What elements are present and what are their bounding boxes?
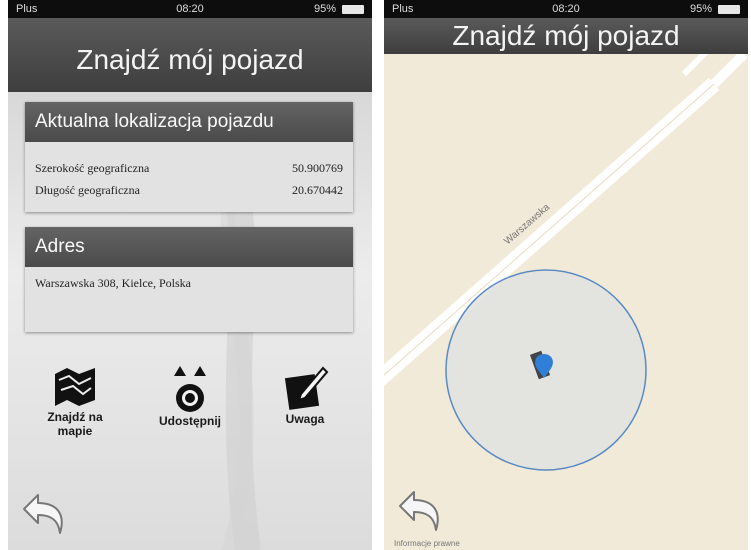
back-arrow-icon-map[interactable] (396, 484, 448, 534)
longitude-value: 20.670442 (292, 183, 343, 197)
status-bar-map: Plus 08:20 95% (384, 0, 748, 18)
address-card: Adres Warszawska 308, Kielce, Polska (25, 227, 353, 332)
vehicle-location-card: Aktualna lokalizacja pojazdu Szerokość g… (25, 102, 353, 212)
share-button[interactable]: Udostępnij (145, 362, 235, 428)
longitude-row: Długość geograficzna 20.670442 (25, 178, 353, 200)
action-bar: Znajdź na mapie Udostępnij Uwaga (8, 362, 372, 462)
page-title-map: Znajdź mój pojazd (452, 20, 680, 51)
map-view[interactable]: Warszawska Informacje prawne (384, 54, 748, 550)
battery-percent: 95% (313, 3, 336, 15)
latitude-label: Szerokość geograficzna (35, 161, 150, 175)
note-icon (284, 366, 329, 410)
address-value: Warszawska 308, Kielce, Polska (35, 276, 191, 290)
find-on-map-label-line2: mapie (57, 424, 93, 438)
phone-screen-map: Plus 08:20 95% Znajdź mój pojazd Warszaw… (384, 0, 748, 550)
status-bar: Plus 08:20 95% (8, 0, 372, 18)
legal-info-link[interactable]: Informacje prawne (394, 539, 460, 548)
details-content: Aktualna lokalizacja pojazdu Szerokość g… (8, 92, 372, 550)
note-button[interactable]: Uwaga (260, 362, 350, 426)
longitude-label: Długość geograficzna (35, 183, 140, 197)
battery-icon-map (718, 5, 740, 14)
back-arrow-icon[interactable] (20, 487, 72, 537)
share-icon (174, 366, 206, 412)
nav-bar-map: Znajdź mój pojazd (384, 18, 748, 54)
phone-screen-details: Plus 08:20 95% Znajdź mój pojazd Aktualn… (8, 0, 372, 550)
battery-icon (342, 5, 364, 14)
map-roads (384, 54, 748, 471)
find-on-map-label-line1: Znajdź na (47, 410, 103, 424)
address-row: Warszawska 308, Kielce, Polska (25, 271, 353, 293)
note-label: Uwaga (285, 412, 325, 426)
battery-percent-map: 95% (689, 3, 712, 15)
map-icon (55, 368, 95, 406)
share-label: Udostępnij (159, 414, 221, 428)
find-on-map-button[interactable]: Znajdź na mapie (30, 362, 120, 438)
location-card-header: Aktualna lokalizacja pojazdu (25, 102, 353, 142)
nav-bar: Znajdź mój pojazd (8, 18, 372, 92)
latitude-value: 50.900769 (292, 161, 343, 175)
latitude-row: Szerokość geograficzna 50.900769 (25, 156, 353, 178)
address-card-header: Adres (25, 227, 353, 267)
page-title: Znajdź mój pojazd (76, 44, 304, 75)
